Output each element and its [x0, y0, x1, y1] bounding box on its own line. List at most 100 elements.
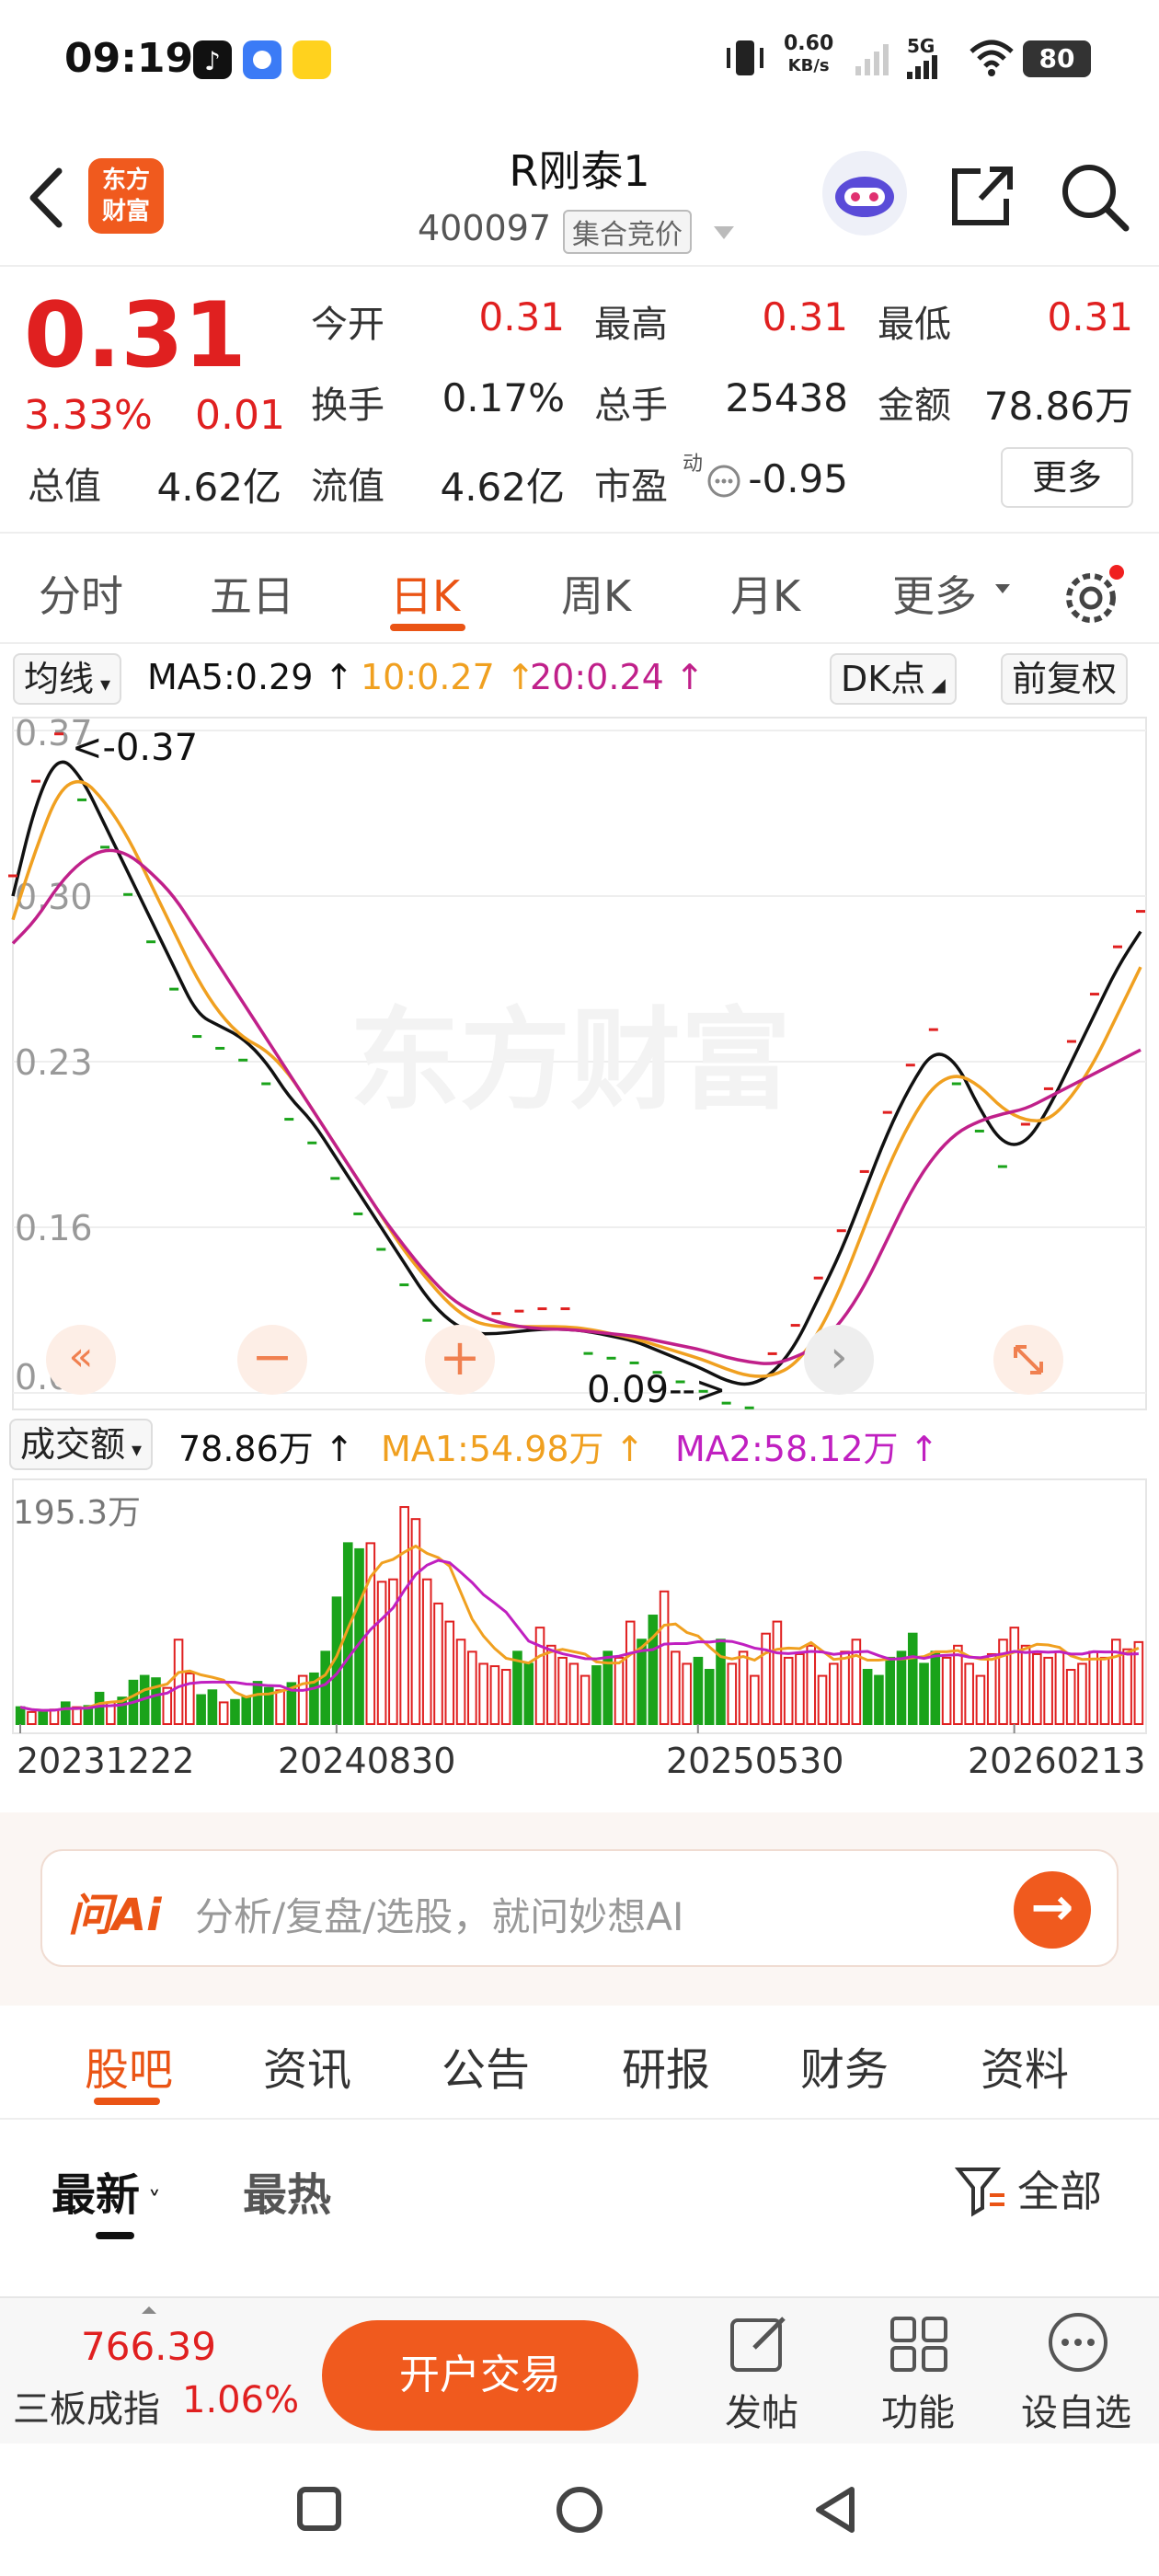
tab-monthly-k[interactable]: 月K [730, 563, 800, 624]
pan-left-icon[interactable]: « [46, 1325, 116, 1395]
ai-robot-icon[interactable] [822, 151, 907, 236]
ai-input[interactable]: 问Ai 分析/复盘/选股，就问妙想AI → [40, 1849, 1119, 1967]
net-speed: 0.60 KB/s [784, 32, 834, 76]
post-label[interactable]: 发帖 [725, 2383, 798, 2436]
tab-guba[interactable]: 股吧 [85, 2033, 173, 2098]
amount-value: 78.86万 [983, 384, 1133, 429]
pe-value: -0.95 [748, 456, 848, 501]
back-icon[interactable] [26, 166, 66, 234]
pan-right-icon[interactable]: › [804, 1325, 874, 1395]
volume-bar [930, 1650, 941, 1725]
volume-bar [964, 1662, 974, 1725]
zoom-in-icon[interactable]: + [425, 1325, 495, 1395]
index-value[interactable]: 766.39 [81, 2324, 216, 2369]
high-marker: <-0.37 [72, 727, 198, 769]
volume-bar [907, 1632, 918, 1726]
volume-bar [185, 1672, 195, 1726]
tab-weekly-k[interactable]: 周K [561, 563, 631, 624]
post-icon[interactable] [727, 2311, 793, 2379]
change-value: 0.01 [195, 392, 285, 439]
tab-intraday[interactable]: 分时 [39, 563, 123, 624]
kline-chart[interactable]: 东方财富 0.370.300.230.160.09 <-0.37 0.09--> [0, 712, 1159, 1415]
volume-bar [230, 1698, 240, 1725]
search-icon[interactable] [1058, 160, 1131, 237]
index-name[interactable]: 三板成指 [13, 2379, 160, 2432]
volume-bar [896, 1650, 907, 1725]
volume-bar [817, 1674, 828, 1725]
dk-point-button[interactable]: DK点 ◢ [830, 653, 957, 705]
fullscreen-icon[interactable] [993, 1325, 1063, 1395]
ma-selector[interactable]: 均线 ▾ [13, 653, 122, 705]
watchlist-icon[interactable] [1045, 2309, 1111, 2379]
date-tick: 20240830 [278, 1741, 456, 1781]
adjust-button[interactable]: 前复权 [1001, 653, 1129, 705]
volume-bar [421, 1578, 432, 1725]
home-icon[interactable] [554, 2484, 605, 2539]
volume-bar [874, 1674, 884, 1725]
filter-all[interactable]: 全部 [1017, 2158, 1102, 2219]
tag-dropdown-icon[interactable] [712, 224, 736, 245]
settings-icon[interactable] [1058, 561, 1128, 635]
stock-header: 东方 财富 R刚泰1 400097 集合竞价 [0, 129, 1159, 267]
volume-bar [750, 1674, 760, 1725]
volume-bar [444, 1620, 455, 1725]
eastmoney-logo[interactable]: 东方 财富 [88, 158, 164, 234]
volume-bar [1020, 1644, 1031, 1725]
filter-icon[interactable] [953, 2162, 1008, 2221]
tab-news[interactable]: 资讯 [263, 2033, 351, 2098]
open-account-trade-button[interactable]: 开户交易 [322, 2320, 638, 2431]
pe-info-icon[interactable] [706, 464, 741, 502]
float-value: 4.62亿 [440, 465, 565, 510]
recents-icon[interactable] [296, 2486, 342, 2536]
zoom-out-icon[interactable]: − [237, 1325, 307, 1395]
volume-selector[interactable]: 成交额 ▾ [9, 1419, 154, 1470]
volume-bar [275, 1689, 285, 1725]
tab-more[interactable]: 更多 [892, 563, 977, 624]
volume-bar [523, 1662, 534, 1725]
tab-finance[interactable]: 财务 [800, 2033, 889, 2098]
content-tab-indicator [94, 2098, 160, 2105]
svg-text:♪: ♪ [204, 46, 221, 76]
volume-bar [15, 1706, 26, 1725]
tab-daily-k[interactable]: 日K [390, 563, 460, 624]
high-label: 最高 [594, 304, 668, 346]
tab-more-caret-icon [993, 581, 1012, 599]
volume-bar [829, 1662, 839, 1725]
volume-bar [49, 1708, 60, 1726]
volume-chart[interactable]: 195.3万 [0, 1476, 1159, 1742]
volume-bar [534, 1627, 545, 1725]
tab-five-day[interactable]: 五日 [210, 563, 294, 624]
volume-bar [671, 1650, 681, 1725]
tab-research[interactable]: 研报 [622, 2033, 710, 2098]
volume-bar [716, 1639, 726, 1725]
share-icon[interactable] [947, 162, 1017, 236]
app-icon [243, 40, 281, 79]
index-pct: 1.06% [182, 2379, 300, 2421]
open-value: 0.31 [478, 294, 565, 339]
sort-latest[interactable]: 最新 ˅ [52, 2158, 161, 2223]
volume-bar [320, 1650, 330, 1725]
bottom-action-bar: 766.39 三板成指 1.06% 开户交易 发帖 功能 设自选 [0, 2296, 1159, 2444]
back-nav-icon[interactable] [811, 2484, 859, 2539]
volume-bar [173, 1639, 184, 1725]
volume-bar [919, 1662, 929, 1725]
change-pct: 3.33% [24, 392, 153, 439]
tab-announcements[interactable]: 公告 [442, 2033, 530, 2098]
volume-bar [546, 1644, 557, 1725]
volume-bar [241, 1696, 252, 1725]
tab-profile[interactable]: 资料 [981, 2033, 1069, 2098]
index-up-icon [140, 2302, 158, 2319]
volume-bar [94, 1691, 105, 1725]
ai-submit-icon[interactable]: → [1014, 1871, 1091, 1949]
date-tick: 20250530 [666, 1741, 844, 1781]
volume-label: 总手 [594, 385, 668, 427]
volume-bar [614, 1656, 625, 1726]
sort-hot[interactable]: 最热 [243, 2158, 331, 2223]
watchlist-label[interactable]: 设自选 [1021, 2383, 1131, 2436]
low-value: 0.31 [1047, 294, 1133, 339]
features-icon[interactable] [887, 2311, 953, 2379]
volume-bar [885, 1656, 895, 1726]
more-button[interactable]: 更多 [1001, 447, 1133, 508]
features-label[interactable]: 功能 [881, 2383, 955, 2436]
y-tick-label: 0.16 [15, 1208, 93, 1248]
